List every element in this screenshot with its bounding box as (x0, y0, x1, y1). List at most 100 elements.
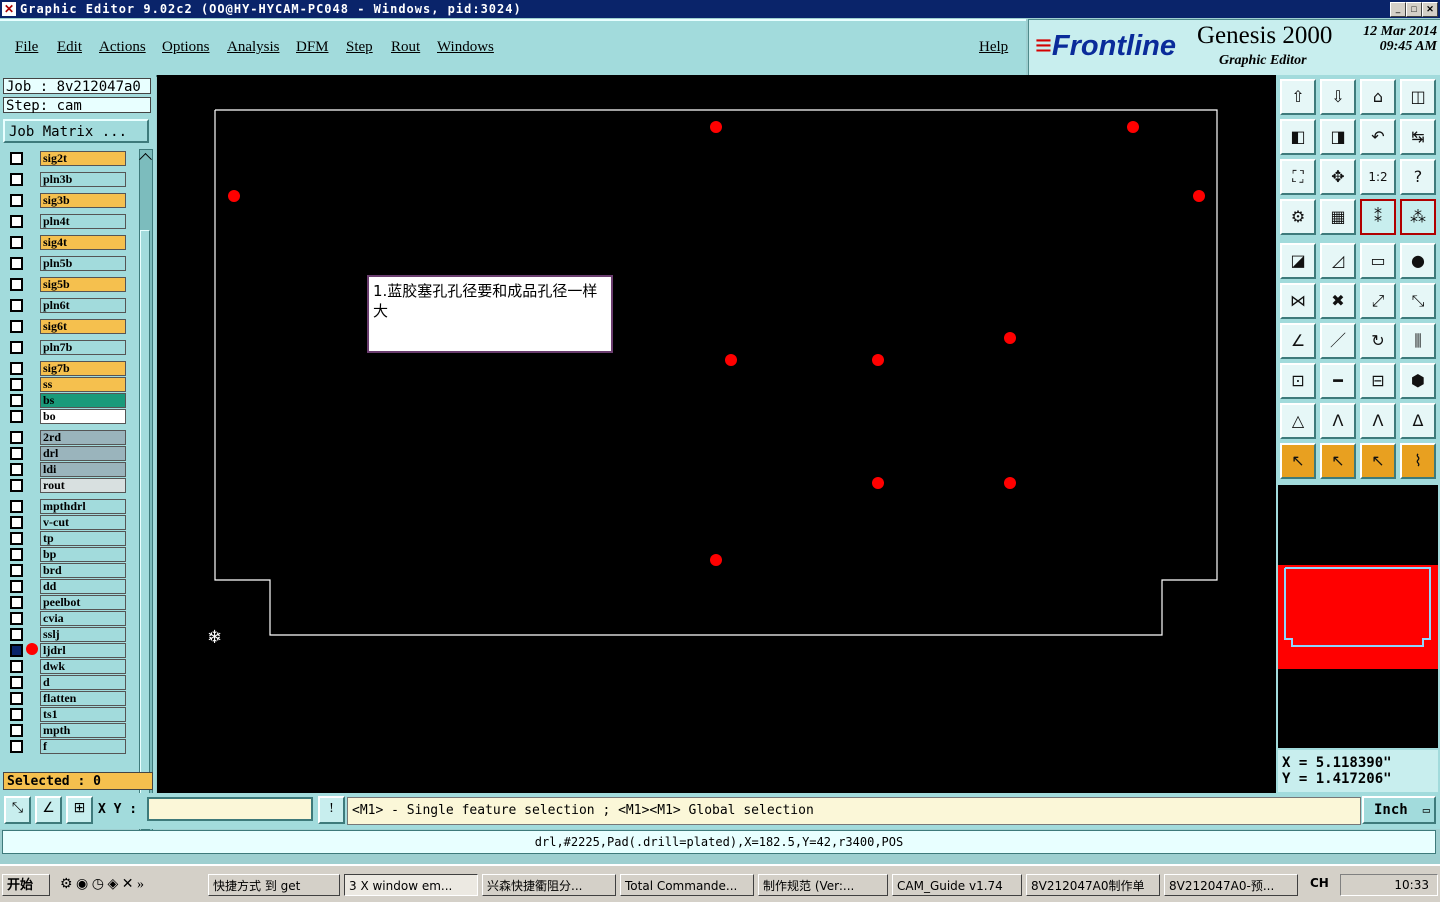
layer-scrollbar[interactable] (139, 149, 153, 843)
quicklaunch-icons[interactable]: ⚙ ◉ ◷ ◈ ✕ » (60, 876, 144, 893)
layer-row[interactable]: ldi (5, 462, 129, 477)
undo-icon[interactable]: ↶ (1360, 119, 1396, 155)
triangle-icon[interactable]: △ (1280, 403, 1316, 439)
layer-row[interactable]: sig6t (5, 319, 129, 334)
layer-checkbox[interactable] (10, 299, 23, 312)
arch-alt-icon[interactable]: Λ (1360, 403, 1396, 439)
layer-checkbox[interactable] (10, 596, 23, 609)
layer-name[interactable]: v-cut (40, 515, 126, 530)
close-button[interactable]: ✕ (1422, 2, 1438, 17)
task-item[interactable]: Total Commande... (620, 874, 754, 896)
layer-name[interactable]: 2rd (40, 430, 126, 445)
layer-row[interactable]: mpthdrl (5, 499, 129, 514)
layer-name[interactable]: mpthdrl (40, 499, 126, 514)
drill-pad[interactable] (1004, 332, 1016, 344)
layer-checkbox[interactable] (10, 548, 23, 561)
layer-name[interactable]: ljdrl (40, 643, 126, 658)
layer-checkbox[interactable] (10, 194, 23, 207)
select-box-icon[interactable]: ↖ (1320, 443, 1356, 479)
layer-row[interactable]: bo (5, 409, 129, 424)
measure-icon[interactable]: ⊟ (1360, 363, 1396, 399)
layer-name[interactable]: sig3b (40, 193, 126, 208)
layer-row[interactable]: ss (5, 377, 129, 392)
mini-view[interactable] (1278, 485, 1438, 748)
drill-pad[interactable] (1193, 190, 1205, 202)
layer-row[interactable]: dd (5, 579, 129, 594)
menu-step[interactable]: Step (346, 39, 373, 56)
layer-row[interactable]: brd (5, 563, 129, 578)
layer-checkbox[interactable] (10, 660, 23, 673)
menu-rout[interactable]: Rout (391, 39, 420, 56)
layer-name[interactable]: bp (40, 547, 126, 562)
layer-name[interactable]: brd (40, 563, 126, 578)
flip-icon[interactable]: ↹ (1400, 119, 1436, 155)
layer-name[interactable]: cvia (40, 611, 126, 626)
layer-row[interactable]: sig5b (5, 277, 129, 292)
zoom-area-icon[interactable]: ⤡ (4, 796, 31, 824)
layer-name[interactable]: ldi (40, 462, 126, 477)
arch-icon[interactable]: Λ (1320, 403, 1356, 439)
drill-pad[interactable] (725, 354, 737, 366)
connect-icon[interactable]: ⋈ (1280, 283, 1316, 319)
layer-checkbox[interactable] (10, 564, 23, 577)
layer-row[interactable]: ljdrl (5, 643, 129, 658)
layer-row[interactable]: dwk (5, 659, 129, 674)
ff-icon[interactable]: ⫼ (1400, 323, 1436, 359)
layer-name[interactable]: bs (40, 393, 126, 408)
task-item[interactable]: 8V212047A0制作单 (1026, 874, 1160, 896)
layer-checkbox[interactable] (10, 644, 23, 657)
drill-pad[interactable] (1004, 477, 1016, 489)
scroll-thumb[interactable] (140, 230, 150, 830)
layer-row[interactable]: sig3b (5, 193, 129, 208)
layer-checkbox[interactable] (10, 479, 23, 492)
layer-checkbox[interactable] (10, 341, 23, 354)
task-item[interactable]: 8V212047A0-预... (1164, 874, 1298, 896)
pan-right-icon[interactable]: ◨ (1320, 119, 1356, 155)
task-item[interactable]: 制作规范 (Ver:... (758, 874, 888, 896)
layer-row[interactable]: cvia (5, 611, 129, 626)
layer-checkbox[interactable] (10, 378, 23, 391)
layer-row[interactable]: 2rd (5, 430, 129, 445)
scale-1-2-icon[interactable]: 1:2 (1360, 159, 1396, 195)
layer-name[interactable]: ts1 (40, 707, 126, 722)
drill-pad[interactable] (710, 121, 722, 133)
layer-checkbox[interactable] (10, 152, 23, 165)
layer-name[interactable]: dd (40, 579, 126, 594)
layer-row[interactable]: sig4t (5, 235, 129, 250)
layer-name[interactable]: sig4t (40, 235, 126, 250)
split-view-icon[interactable]: ◫ (1400, 79, 1436, 115)
maximize-button[interactable]: □ (1406, 2, 1422, 17)
layer-checkbox[interactable] (10, 724, 23, 737)
layer-row[interactable]: pln4t (5, 214, 129, 229)
layer-row[interactable]: sslj (5, 627, 129, 642)
layer-row[interactable]: ts1 (5, 707, 129, 722)
layer-checkbox[interactable] (10, 320, 23, 333)
drill-pad[interactable] (710, 554, 722, 566)
measure-angle-icon[interactable]: ∠ (35, 796, 62, 824)
line-edit-icon[interactable]: ━ (1320, 363, 1356, 399)
xy-input[interactable] (147, 797, 313, 821)
layer-checkbox[interactable] (10, 410, 23, 423)
layer-checkbox[interactable] (10, 580, 23, 593)
layer-name[interactable]: rout (40, 478, 126, 493)
layer-row[interactable]: v-cut (5, 515, 129, 530)
layer-row[interactable]: peelbot (5, 595, 129, 610)
layer-checkbox[interactable] (10, 278, 23, 291)
grid-icon[interactable]: ▦ (1320, 199, 1356, 235)
drill-pad[interactable] (872, 477, 884, 489)
circle-icon[interactable]: ● (1400, 243, 1436, 279)
menu-help[interactable]: Help (979, 39, 1008, 56)
job-matrix-button[interactable]: Job Matrix ... (3, 119, 149, 143)
layer-name[interactable]: mpth (40, 723, 126, 738)
layer-name[interactable]: pln4t (40, 214, 126, 229)
layer-name[interactable]: pln5b (40, 256, 126, 271)
layer-name[interactable]: pln7b (40, 340, 126, 355)
task-item[interactable]: CAM_Guide v1.74 (892, 874, 1022, 896)
unit-selector[interactable]: Inch ▭ (1362, 796, 1436, 824)
layer-row[interactable]: bs (5, 393, 129, 408)
layer-row[interactable]: pln5b (5, 256, 129, 271)
zoom-down-icon[interactable]: ⇩ (1320, 79, 1356, 115)
pan-left-icon[interactable]: ◧ (1280, 119, 1316, 155)
layer-name[interactable]: pln3b (40, 172, 126, 187)
route-icon[interactable]: ⌇ (1400, 443, 1436, 479)
